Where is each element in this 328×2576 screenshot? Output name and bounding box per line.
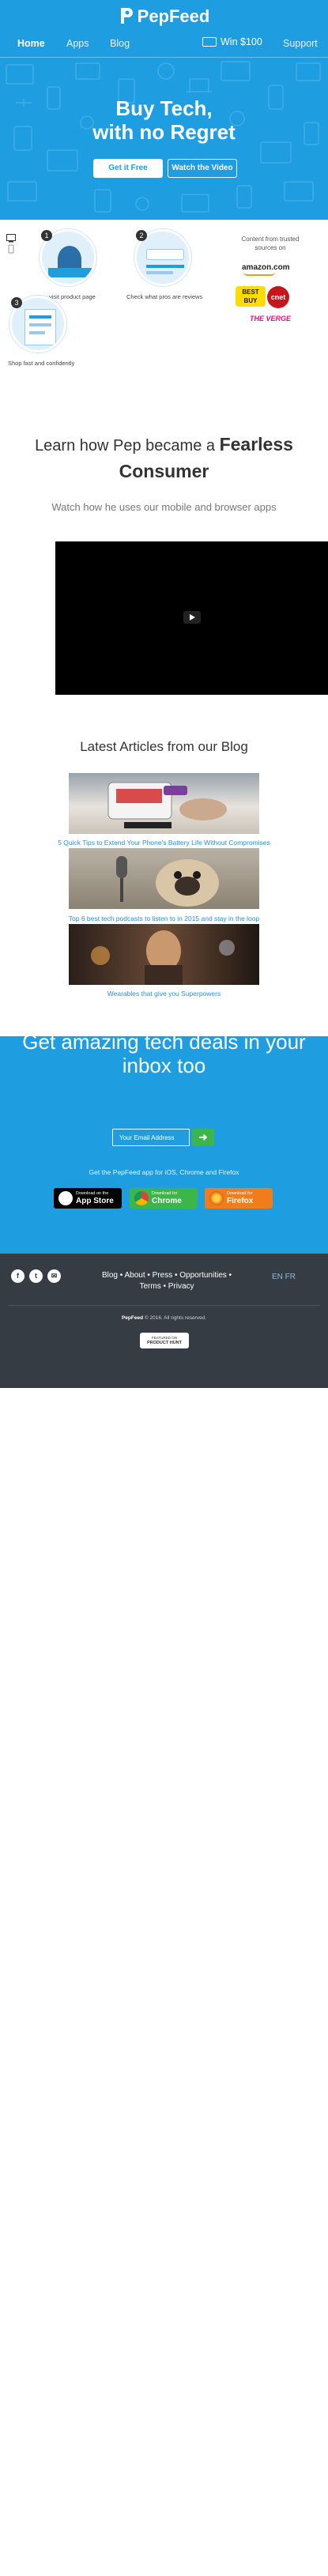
get-app-text: Get the PepFeed app for iOS, Chrome and …: [89, 1168, 239, 1176]
blog-heading: Latest Articles from our Blog: [80, 739, 248, 754]
article-1-link[interactable]: 5 Quick Tips to Extend Your Phone's Batt…: [0, 839, 328, 847]
win-label: Win $100: [221, 36, 262, 47]
copyright: PepFeed © 2016. All rights reserved.: [0, 1315, 328, 1321]
copyright-brand: PepFeed: [121, 1315, 144, 1321]
chrome-store-big: Chrome: [152, 1197, 182, 1205]
nav-apps[interactable]: Apps: [66, 38, 89, 49]
badge-line2: PRODUCT HUNT: [147, 1341, 182, 1345]
chrome-store-button[interactable]: Download for Chrome: [130, 1188, 198, 1209]
email-field[interactable]: [112, 1129, 190, 1146]
article-2-link[interactable]: Top 6 best tech podcasts to listen to in…: [0, 915, 328, 922]
footer-links-line2[interactable]: Terms • Privacy: [92, 1281, 242, 1292]
footer-links[interactable]: Blog • About • Press • Opportunities • T…: [92, 1270, 242, 1292]
chrome-icon: [134, 1191, 149, 1205]
email-icon[interactable]: ✉: [47, 1269, 61, 1283]
hero-title-line1: Buy Tech,: [115, 96, 213, 120]
nav-support[interactable]: Support: [283, 38, 318, 49]
content-from-text: Content from trusted sources on: [241, 236, 300, 251]
step-2-text: Check what pros are reviews: [126, 293, 203, 300]
hero-section: PepFeed Home Apps Blog Win $100 Support …: [0, 0, 328, 220]
bestbuy-logo: BEST BUY: [236, 286, 266, 307]
newsletter-heading: Get amazing tech deals in your inbox too: [0, 1030, 328, 1077]
article-2-image[interactable]: [69, 848, 259, 909]
app-store-small: Download on the: [76, 1191, 109, 1196]
step-2-badge: 2: [136, 230, 147, 241]
watch-video-button[interactable]: Watch the Video: [168, 159, 237, 178]
apple-icon: [58, 1191, 73, 1205]
app-store-big: App Store: [76, 1197, 114, 1205]
amazon-label: amazon.com: [242, 263, 290, 272]
article-3-image[interactable]: [69, 924, 259, 985]
firefox-store-big: Firefox: [227, 1197, 254, 1205]
chrome-store-small: Download for: [152, 1191, 178, 1196]
language-switcher[interactable]: EN FR: [272, 1273, 296, 1281]
badge-line1: FEATURED ON: [152, 1336, 177, 1340]
device-toggle-icons[interactable]: [6, 234, 16, 255]
step-3-text: Shop fast and confidently: [8, 360, 75, 367]
dog-microphone-illustration: [116, 856, 219, 907]
footer-links-line1[interactable]: Blog • About • Press • Opportunities •: [92, 1270, 242, 1281]
cnet-logo: cnet: [267, 286, 289, 308]
phone-battery-illustration: [107, 782, 227, 828]
article-1-image[interactable]: [69, 773, 259, 834]
facebook-icon[interactable]: f: [11, 1269, 25, 1283]
learn-heading: Learn how Pep became a Fearless Consumer: [0, 432, 328, 485]
the-verge-logo: THE VERGE: [250, 315, 292, 322]
amazon-logo: amazon.com: [242, 263, 290, 276]
copyright-text: © 2016. All rights reserved.: [144, 1315, 207, 1321]
video-player[interactable]: [55, 541, 328, 695]
wearable-superhero-illustration: [91, 930, 235, 985]
play-icon[interactable]: [183, 611, 201, 624]
hero-title-line2: with no Regret: [92, 120, 236, 144]
newsletter-heading-line1: Get amazing tech deals in your: [22, 1030, 306, 1054]
subscribe-button[interactable]: ➜: [192, 1129, 214, 1146]
learn-subtitle: Watch how he uses our mobile and browser…: [51, 501, 277, 513]
nav-home[interactable]: Home: [17, 38, 45, 49]
main-nav: Home Apps Blog Win $100 Support: [0, 36, 328, 52]
footer-divider: [8, 1305, 320, 1306]
hero-title: Buy Tech, with no Regret: [0, 96, 328, 144]
brand-name: PepFeed: [137, 6, 210, 26]
get-it-free-button[interactable]: Get it Free: [93, 159, 163, 178]
newsletter-heading-line2: inbox too: [122, 1054, 206, 1077]
step-1-badge: 1: [41, 230, 52, 241]
article-3-link[interactable]: Wearables that give you Superpowers: [0, 990, 328, 998]
gift-card-icon: [202, 37, 217, 47]
product-hunt-badge[interactable]: FEATURED ON PRODUCT HUNT: [140, 1333, 189, 1348]
step-3-badge: 3: [11, 297, 22, 308]
firefox-store-button[interactable]: Download for Firefox: [205, 1188, 273, 1209]
step-1-text: visit product page: [49, 293, 96, 300]
app-store-button[interactable]: Download on the App Store: [54, 1188, 122, 1209]
win-100-link[interactable]: Win $100: [202, 36, 262, 47]
nav-divider: [0, 57, 328, 58]
firefox-store-small: Download for: [227, 1191, 253, 1196]
twitter-icon[interactable]: t: [29, 1269, 43, 1283]
amazon-smile-icon: [243, 272, 275, 276]
brand-logo[interactable]: PepFeed: [0, 6, 328, 27]
nav-blog[interactable]: Blog: [110, 38, 130, 49]
learn-heading-prefix: Learn how Pep became a: [35, 437, 215, 454]
pepfeed-logo-icon: [120, 8, 133, 24]
firefox-icon: [209, 1191, 224, 1205]
